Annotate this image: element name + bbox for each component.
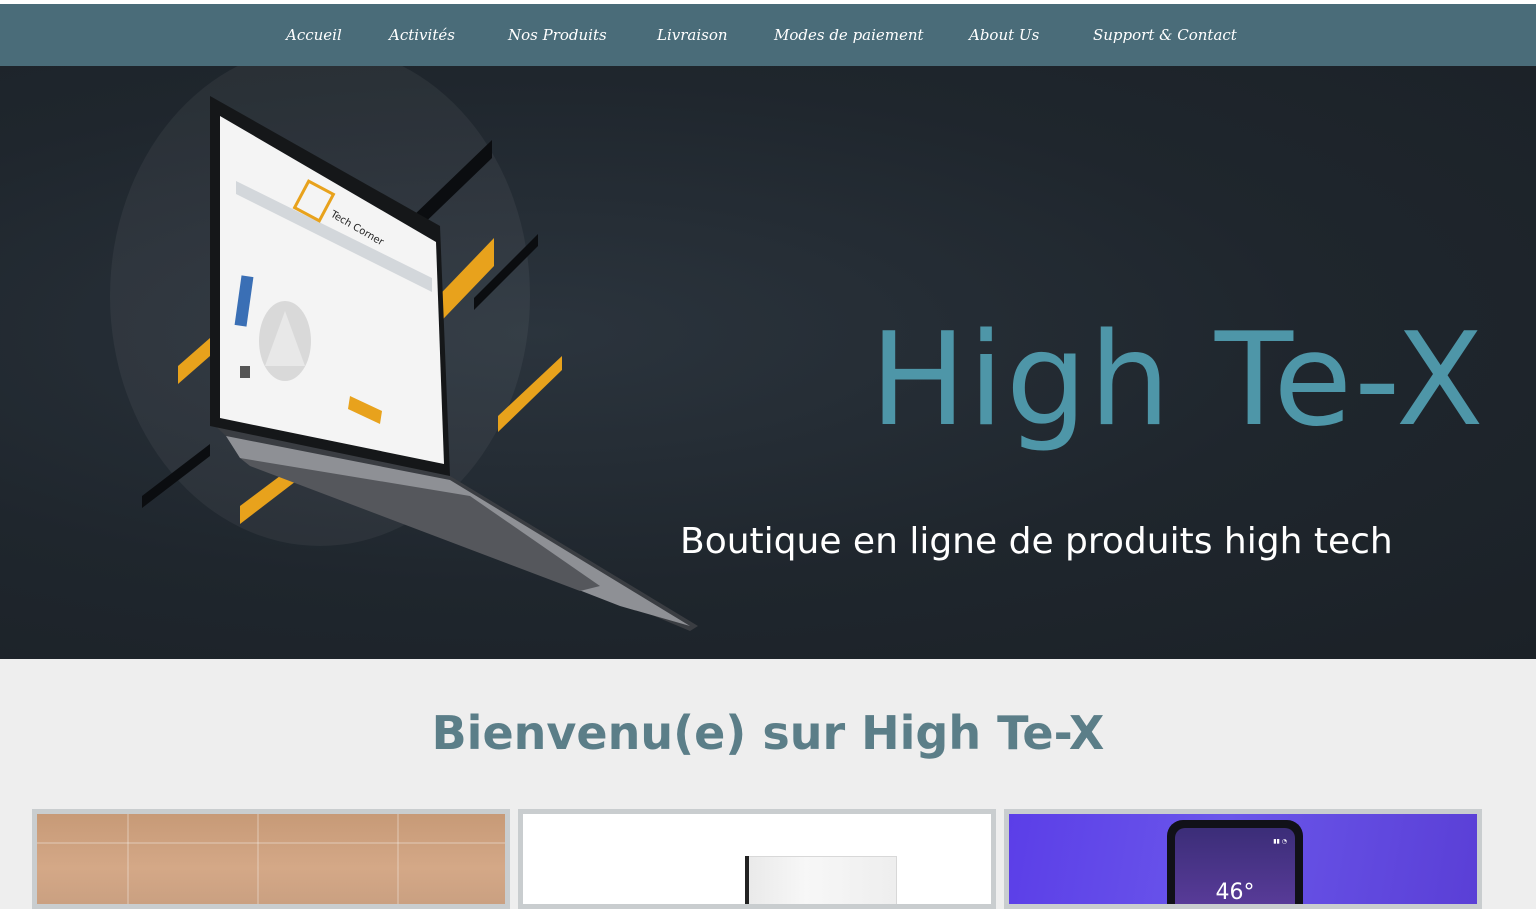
tile-line bbox=[397, 814, 399, 904]
nav-link-activites[interactable]: Activités bbox=[389, 24, 455, 46]
phone-screen: ▮▮ ◔ 46° bbox=[1175, 828, 1295, 904]
welcome-heading: Bienvenu(e) sur High Te-X bbox=[431, 706, 1105, 760]
product-card-3[interactable]: ▮▮ ◔ 46° bbox=[1004, 809, 1482, 909]
product-card-1[interactable] bbox=[32, 809, 510, 909]
nav-link-nos-produits[interactable]: Nos Produits bbox=[508, 24, 607, 46]
nav-link-about-us[interactable]: About Us bbox=[969, 24, 1039, 46]
phone-status-bar: ▮▮ ◔ bbox=[1273, 838, 1287, 845]
hero-title: High Te-X bbox=[870, 306, 1486, 455]
tile-line bbox=[257, 814, 259, 904]
tile-line bbox=[127, 814, 129, 904]
nav-link-modes-de-paiement[interactable]: Modes de paiement bbox=[774, 24, 924, 46]
tile-line bbox=[37, 842, 505, 844]
product-box-image bbox=[745, 856, 897, 904]
product-card-2[interactable] bbox=[518, 809, 996, 909]
smartphone-image: ▮▮ ◔ 46° bbox=[1167, 820, 1303, 904]
nav-link-livraison[interactable]: Livraison bbox=[657, 24, 728, 46]
hero-banner: Tech Corner High Te-X Boutique en ligne … bbox=[0, 66, 1536, 659]
main-navbar: Accueil Activités Nos Produits Livraison… bbox=[0, 4, 1536, 66]
hero-subtitle: Boutique en ligne de produits high tech bbox=[680, 521, 1393, 562]
nav-link-support-contact[interactable]: Support & Contact bbox=[1093, 24, 1237, 46]
product-box-edge bbox=[745, 856, 749, 904]
nav-link-accueil[interactable]: Accueil bbox=[286, 24, 342, 46]
